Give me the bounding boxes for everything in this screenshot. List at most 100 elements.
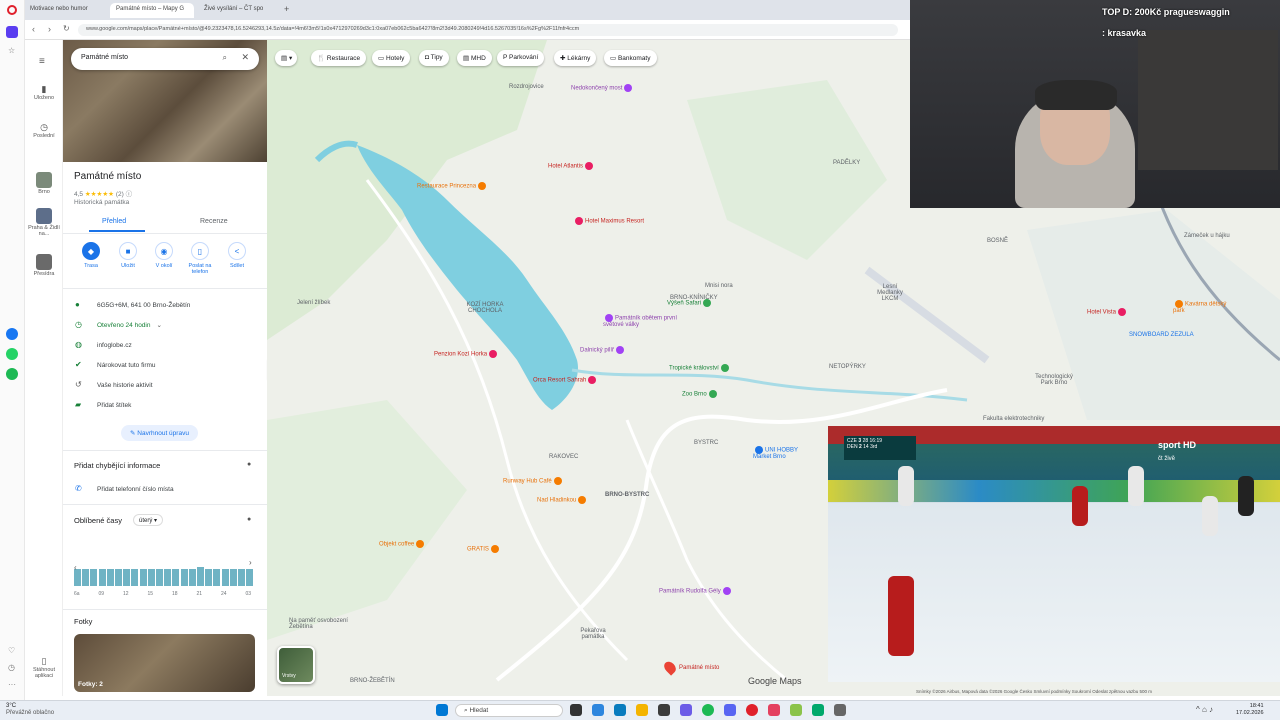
map-poi[interactable]: Památník Rudolfa Gély <box>659 587 733 595</box>
spotify-icon[interactable] <box>6 368 18 380</box>
rail-presidra[interactable]: Přesídra <box>25 254 63 277</box>
atm-icon: ▭ <box>610 55 617 62</box>
spotify-icon[interactable] <box>702 704 714 716</box>
rail-download-app[interactable]: ▯ Stáhnout aplikaci <box>25 656 63 679</box>
map-poi[interactable]: Orca Resort Sahrah <box>533 376 598 384</box>
map-type-button[interactable]: ▤ ▾ <box>275 50 297 66</box>
menu-icon[interactable]: ≡ <box>39 56 45 67</box>
map-poi[interactable]: Hotel Vista <box>1087 308 1128 316</box>
info-address[interactable]: ● 6G5G+6M, 641 00 Brno-Žebětín <box>75 300 190 309</box>
opera-icon[interactable] <box>746 704 758 716</box>
clock[interactable]: 18:41 17.02.2026 <box>1236 703 1264 717</box>
chip-bankomaty[interactable]: ▭ Bankomaty <box>604 50 657 66</box>
hour-tick-label: 12 <box>123 591 129 597</box>
back-icon[interactable]: ‹ <box>32 24 35 34</box>
new-tab-icon[interactable]: + <box>284 4 289 14</box>
heart-icon[interactable]: ♡ <box>8 646 15 655</box>
rail-brno[interactable]: Brno <box>25 172 63 195</box>
map-poi[interactable]: Kavárna dětský park <box>1173 300 1233 314</box>
map-poi[interactable]: Hotel Atlantis <box>548 162 595 170</box>
opera-logo-icon[interactable] <box>7 5 17 15</box>
chevron-left-icon[interactable]: ‹ <box>74 563 77 572</box>
chevron-right-icon[interactable]: › <box>249 558 252 567</box>
info-icon[interactable]: ⓘ <box>126 191 133 198</box>
directions-button[interactable]: ◆ Trasa <box>76 242 106 269</box>
more-icon[interactable]: ··· <box>8 680 16 689</box>
help-icon[interactable]: ● <box>247 461 251 468</box>
chip-parkovani[interactable]: P Parkování <box>497 50 545 66</box>
browser-tab[interactable]: Živé vysílání – ČT spo <box>198 3 278 18</box>
chip-lekarny[interactable]: ✚ Lékárny <box>554 50 597 66</box>
day-select[interactable]: úterý ▾ <box>133 514 164 526</box>
map-poi[interactable]: Nedokončený most <box>571 84 634 92</box>
task-view-icon[interactable] <box>570 704 582 716</box>
map-poi[interactable]: GRATIS <box>467 545 501 553</box>
browser-tab[interactable]: Motivace nebo humor <box>24 3 106 18</box>
phone-icon: ✆ <box>75 484 82 493</box>
map-poi[interactable]: Tropické království <box>669 364 731 372</box>
map-poi[interactable]: Památník obětem první světové války <box>603 314 683 328</box>
system-tray-icons[interactable]: ^ ⌂ ♪ <box>1196 705 1213 714</box>
info-history[interactable]: ↺ Vaše historie aktivit <box>75 380 153 389</box>
info-hours[interactable]: ◷ Otevřeno 24 hodin ⌄ <box>75 320 162 329</box>
chip-hotely[interactable]: ▭ Hotely <box>372 50 411 66</box>
chevron-down-icon[interactable]: ⌄ <box>156 322 161 329</box>
workspace-icon[interactable] <box>6 26 18 38</box>
search-icon[interactable]: ⌕ <box>223 53 227 63</box>
suggest-edit-button[interactable]: ✎ Navrhnout úpravu <box>121 425 198 441</box>
info-add-label[interactable]: ▰ Přidat štítek <box>75 400 131 409</box>
map-poi[interactable]: Dalnický pilíř <box>580 346 626 354</box>
app-icon[interactable] <box>592 704 604 716</box>
save-button[interactable]: ■ Uložit <box>113 242 143 269</box>
edge-icon[interactable] <box>614 704 626 716</box>
map-poi[interactable]: Hotel Maximus Resort <box>573 217 644 225</box>
weather-widget[interactable]: 3°C Převážně oblačno <box>6 703 54 717</box>
share-button[interactable]: < Sdílet <box>222 242 252 269</box>
forward-icon[interactable]: › <box>48 24 51 34</box>
explorer-icon[interactable] <box>636 704 648 716</box>
browser-tab-active[interactable]: Památné místo – Mapy G <box>110 3 194 18</box>
map-poi[interactable]: Runway Hub Café <box>503 477 564 485</box>
review-count-link[interactable]: (2) <box>116 191 124 198</box>
whatsapp-icon[interactable] <box>6 348 18 360</box>
bookmark-icon[interactable]: ☆ <box>8 46 15 55</box>
tab-reviews[interactable]: Recenze <box>200 218 228 225</box>
app-icon[interactable] <box>812 704 824 716</box>
send-to-phone-button[interactable]: ▯ Poslat na telefon <box>185 242 215 275</box>
info-website[interactable]: ◍ infoglobe.cz <box>75 340 132 349</box>
reload-icon[interactable]: ↻ <box>63 24 70 33</box>
nearby-button[interactable]: ◉ V okolí <box>149 242 179 269</box>
info-claim[interactable]: ✔ Nárokovat tuto firmu <box>75 360 156 369</box>
close-icon[interactable]: ✕ <box>241 52 249 63</box>
layers-button[interactable]: Vrstvy <box>277 646 315 684</box>
map-poi[interactable]: Restaurace Princezna <box>417 182 488 190</box>
map-poi[interactable]: Objekt coffee <box>379 540 426 548</box>
rail-praha[interactable]: Praha & Židlí na... <box>25 208 63 237</box>
help-icon[interactable]: ● <box>247 516 251 523</box>
chip-restaurace[interactable]: 🍴 Restaurace <box>311 50 367 66</box>
rail-recent[interactable]: ◷ Poslední <box>25 122 63 139</box>
url-field[interactable]: www.google.com/maps/place/Památné+místo/… <box>78 24 898 36</box>
messenger-icon[interactable] <box>6 328 18 340</box>
app-icon[interactable] <box>790 704 802 716</box>
chip-tipy[interactable]: ◘ Tipy <box>419 50 449 66</box>
discord-icon[interactable] <box>724 704 736 716</box>
photo-thumbnail[interactable]: Fotky: 2 <box>74 634 255 692</box>
map-poi[interactable]: UNI HOBBY Market Brno <box>753 446 813 460</box>
map-poi[interactable]: Nad Hladinkou <box>537 496 588 504</box>
search-input[interactable]: Památné místo ⌕ ✕ <box>71 48 259 70</box>
map-poi[interactable]: Penzion Kozí Horka <box>434 350 499 358</box>
tab-overview[interactable]: Přehled <box>102 218 126 225</box>
rail-saved[interactable]: ▮ Uloženo <box>25 84 63 101</box>
history-icon[interactable]: ◷ <box>8 663 15 672</box>
app-icon[interactable] <box>658 704 670 716</box>
settings-icon[interactable] <box>834 704 846 716</box>
app-icon[interactable] <box>680 704 692 716</box>
instagram-icon[interactable] <box>768 704 780 716</box>
map-poi[interactable]: Zoo Brno <box>682 390 719 398</box>
taskbar-search[interactable]: ⌕ Hledat <box>455 704 563 717</box>
start-icon[interactable] <box>436 704 448 716</box>
chip-mhd[interactable]: ▤ MHD <box>457 50 492 66</box>
selected-place-marker[interactable]: Památné místo <box>661 659 719 676</box>
add-phone-link[interactable]: ✆ Přidat telefonní číslo místa <box>75 484 174 493</box>
